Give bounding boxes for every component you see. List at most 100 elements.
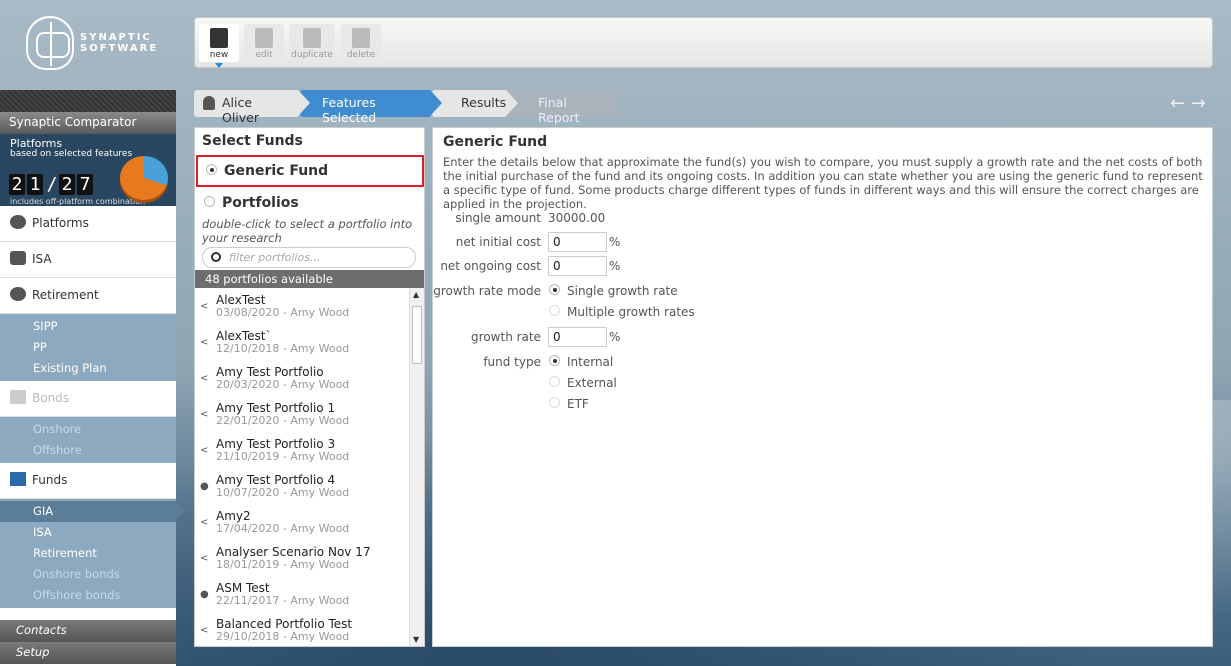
synaptic-logo: SYNAPTIC SOFTWARE (26, 16, 166, 72)
growth-mode-label: growth rate mode (433, 284, 541, 298)
crumb-results-label: Results (461, 95, 507, 110)
brand-line1: SYNAPTIC (80, 32, 152, 43)
list-item[interactable]: < Amy Test Portfolio 3 21/10/2019 - Amy Wo… (195, 432, 408, 468)
back-arrow-icon[interactable]: ← (1170, 93, 1185, 114)
share-icon: < (200, 517, 209, 528)
growth-mode-row: growth rate mode Single growth rate Mult… (433, 284, 733, 324)
new-button[interactable]: new (199, 24, 239, 68)
sidebar-item-isa-funds[interactable]: ISA (0, 522, 176, 543)
single-growth-option[interactable]: Single growth rate (549, 284, 678, 298)
crumb-results[interactable]: Results (432, 90, 518, 117)
sidebar-item-retirement-funds[interactable]: Retirement (0, 543, 176, 564)
scroll-up-icon[interactable]: ▲ (413, 290, 419, 299)
growth-rate-input[interactable]: 0 (548, 327, 607, 347)
sidebar-item-offshore[interactable]: Offshore (0, 440, 176, 461)
single-amount-row: single amount 30000.00 (433, 211, 733, 229)
portfolio-meta: 03/08/2020 - Amy Wood (216, 306, 350, 319)
list-item[interactable]: < Amy Test Portfolio 1 22/01/2020 - Amy Wo… (195, 396, 408, 432)
generic-fund-description: Enter the details below that approximate… (443, 155, 1203, 211)
portfolio-name: Amy Test Portfolio 1 (216, 401, 336, 415)
list-item[interactable]: ● Amy Test Portfolio 4 10/07/2020 - Amy Wo… (195, 468, 408, 504)
piggy-bank-icon (10, 251, 26, 265)
portfolio-scrollbar[interactable]: ▲ ▼ (409, 288, 424, 646)
sidebar-item-isa[interactable]: ISA (0, 242, 176, 278)
platforms-widget[interactable]: Platforms based on selected features 2 1/… (0, 134, 176, 206)
list-item[interactable]: < Balanced Portfolio Test 29/10/2018 - Amy… (195, 612, 408, 646)
single-amount-label: single amount (455, 211, 541, 225)
sidebar-item-gia[interactable]: GIA (0, 501, 185, 522)
history-arrows: ← → (1170, 93, 1206, 114)
portfolios-label: Portfolios (222, 195, 299, 211)
sidebar-item-label: ISA (32, 252, 52, 266)
external-radio[interactable] (549, 376, 560, 387)
ongoing-cost-row: net ongoing cost 0 % (433, 256, 733, 277)
list-item[interactable]: ● ASM Test 22/11/2017 - Amy Wood (195, 576, 408, 612)
portfolios-option[interactable]: Portfolios (204, 195, 299, 211)
external-label: External (567, 376, 617, 390)
sidebar-item-existing-plan[interactable]: Existing Plan (0, 358, 176, 379)
share-icon: < (200, 553, 209, 564)
digit: 1 (27, 174, 43, 195)
list-item[interactable]: < Amy Test Portfolio 20/03/2020 - Amy Wood (195, 360, 408, 396)
etf-option[interactable]: ETF (549, 397, 589, 411)
scroll-thumb[interactable] (412, 306, 422, 364)
select-funds-panel: Select Funds Generic Fund Portfolios dou… (194, 127, 425, 647)
duplicate-button[interactable]: duplicate (289, 24, 335, 62)
growth-rate-label: growth rate (471, 330, 541, 344)
multiple-growth-label: Multiple growth rates (567, 305, 695, 319)
single-growth-radio[interactable] (549, 284, 560, 295)
duplicate-label: duplicate (291, 50, 333, 60)
sidebar: Synaptic Comparator Platforms based on s… (0, 90, 185, 666)
forward-arrow-icon[interactable]: → (1191, 93, 1206, 114)
crumb-final-report[interactable]: Final Report (508, 90, 620, 125)
etf-radio[interactable] (549, 397, 560, 408)
generic-fund-panel: Generic Fund Enter the details below tha… (432, 127, 1213, 647)
sidebar-item-platforms[interactable]: Platforms (0, 206, 176, 242)
portfolio-name: AlexTest` (216, 329, 272, 343)
external-option[interactable]: External (549, 376, 617, 390)
contacts-link[interactable]: Contacts (0, 620, 176, 642)
list-item[interactable]: < Amy2 17/04/2020 - Amy Wood (195, 504, 408, 540)
generic-fund-radio[interactable] (206, 164, 217, 175)
sidebar-item-sipp[interactable]: SIPP (0, 316, 176, 337)
portfolios-radio[interactable] (204, 196, 215, 207)
share-icon: < (200, 337, 209, 348)
edit-button[interactable]: edit (244, 24, 284, 62)
user-icon: ● (200, 481, 209, 492)
list-item[interactable]: < AlexTest 03/08/2020 - Amy Wood (195, 288, 408, 324)
internal-radio[interactable] (549, 355, 560, 366)
dropdown-indicator (215, 63, 223, 68)
select-funds-title: Select Funds (202, 133, 303, 149)
crumb-client[interactable]: Alice Oliver (194, 90, 310, 125)
scroll-down-icon[interactable]: ▼ (413, 635, 419, 644)
filter-portfolios-input[interactable]: filter portfolios... (202, 247, 416, 268)
internal-option[interactable]: Internal (549, 355, 613, 369)
sidebar-item-bonds[interactable]: Bonds (0, 381, 176, 417)
sidebar-item-retirement[interactable]: Retirement (0, 278, 176, 314)
crumb-features-selected[interactable]: Features Selected (300, 90, 442, 125)
portfolio-meta: 21/10/2019 - Amy Wood (216, 450, 350, 463)
generic-fund-option[interactable]: Generic Fund (196, 155, 424, 187)
initial-cost-input[interactable]: 0 (548, 232, 607, 252)
ongoing-cost-input[interactable]: 0 (548, 256, 607, 276)
delete-button[interactable]: delete (341, 24, 381, 62)
portfolio-name: Amy Test Portfolio (216, 365, 324, 379)
setup-link[interactable]: Setup (0, 642, 176, 664)
sidebar-item-onshore-bonds[interactable]: Onshore bonds (0, 564, 176, 585)
sidebar-item-funds[interactable]: Funds (0, 463, 176, 499)
brain-icon (26, 16, 74, 70)
sidebar-item-offshore-bonds[interactable]: Offshore bonds (0, 585, 176, 606)
list-item[interactable]: < Analyser Scenario Nov 17 18/01/2019 - Am… (195, 540, 408, 576)
multiple-growth-option[interactable]: Multiple growth rates (549, 305, 695, 319)
share-icon: < (200, 373, 209, 384)
multiple-growth-radio[interactable] (549, 305, 560, 316)
list-item[interactable]: < AlexTest` 12/10/2018 - Amy Wood (195, 324, 408, 360)
portfolio-meta: 20/03/2020 - Amy Wood (216, 378, 350, 391)
pound-icon (10, 287, 26, 301)
sidebar-item-pp[interactable]: PP (0, 337, 176, 358)
sidebar-header: Synaptic Comparator (0, 112, 176, 134)
toolbar: new edit duplicate delete (194, 17, 1213, 68)
brand-line2: SOFTWARE (80, 43, 159, 54)
generic-fund-title: Generic Fund (443, 134, 548, 150)
sidebar-item-onshore[interactable]: Onshore (0, 419, 176, 440)
